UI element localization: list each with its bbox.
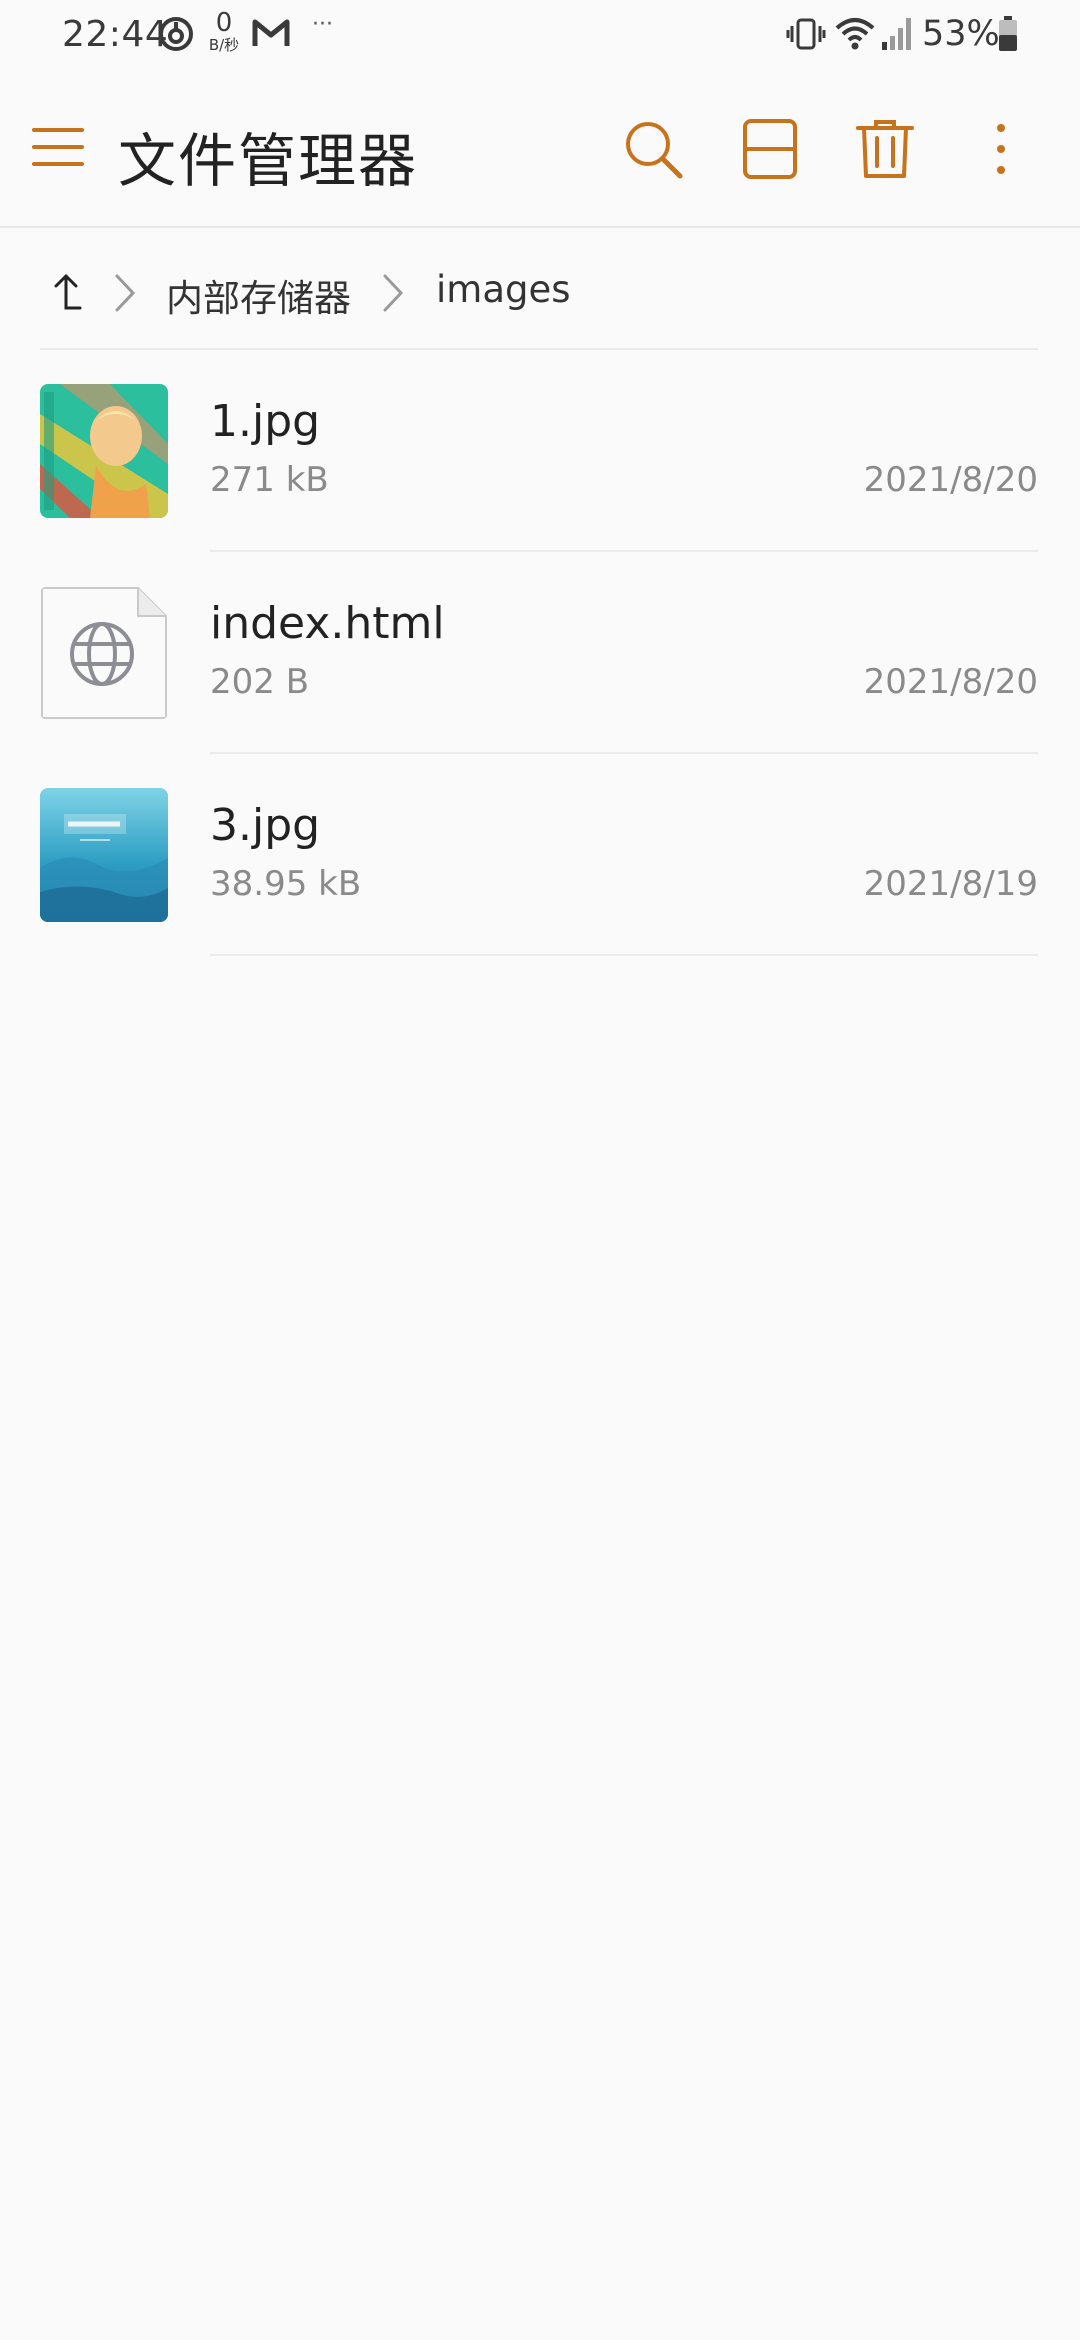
file-row[interactable]: 1.jpg 271 kB 2021/8/20 [0,350,1080,552]
breadcrumb-item-images[interactable]: images [436,268,571,311]
breadcrumb-item-internal-storage[interactable]: 内部存储器 [166,268,351,322]
app-title: 文件管理器 [118,127,419,195]
wifi-icon [835,18,875,50]
file-date: 2021/8/20 [863,662,1038,702]
more-notifications-icon: ··· [312,12,333,37]
file-name: 1.jpg [210,396,321,447]
file-size: 202 B [210,662,310,702]
menu-icon[interactable] [30,124,86,170]
file-row[interactable]: index.html 202 B 2021/8/20 [0,552,1080,754]
network-speed: 0 B/秒 [204,10,244,53]
file-date: 2021/8/20 [863,460,1038,500]
app-bar: 文件管理器 [0,74,1080,228]
network-speed-value: 0 [215,8,233,38]
battery-icon [999,16,1017,51]
html-file-icon [41,587,167,719]
status-bar: 22:44 0 B/秒 ··· 53% [0,0,1080,70]
vibrate-icon [786,18,826,50]
file-name: index.html [210,598,445,649]
file-date: 2021/8/19 [863,864,1038,904]
delete-icon[interactable] [852,116,918,182]
divider [210,954,1038,956]
gmail-icon [252,19,290,46]
file-size: 38.95 kB [210,864,362,904]
file-name: 3.jpg [210,800,321,851]
view-layout-icon[interactable] [738,116,804,182]
image-thumbnail [40,384,168,518]
chevron-right-icon [115,274,136,312]
file-row[interactable]: 3.jpg 38.95 kB 2021/8/19 [0,754,1080,956]
cell-signal-icon [882,18,911,50]
more-options-icon[interactable] [968,116,1034,182]
up-arrow-icon[interactable] [46,268,86,318]
image-thumbnail [40,788,168,922]
breadcrumb: 内部存储器 images [0,240,1080,350]
file-size: 271 kB [210,460,329,500]
search-icon[interactable] [620,116,686,182]
chevron-right-icon [383,274,404,312]
netease-music-icon [159,17,193,51]
battery-percentage: 53% [922,14,1000,54]
status-time: 22:44 [62,14,169,55]
network-speed-unit: B/秒 [208,36,240,54]
